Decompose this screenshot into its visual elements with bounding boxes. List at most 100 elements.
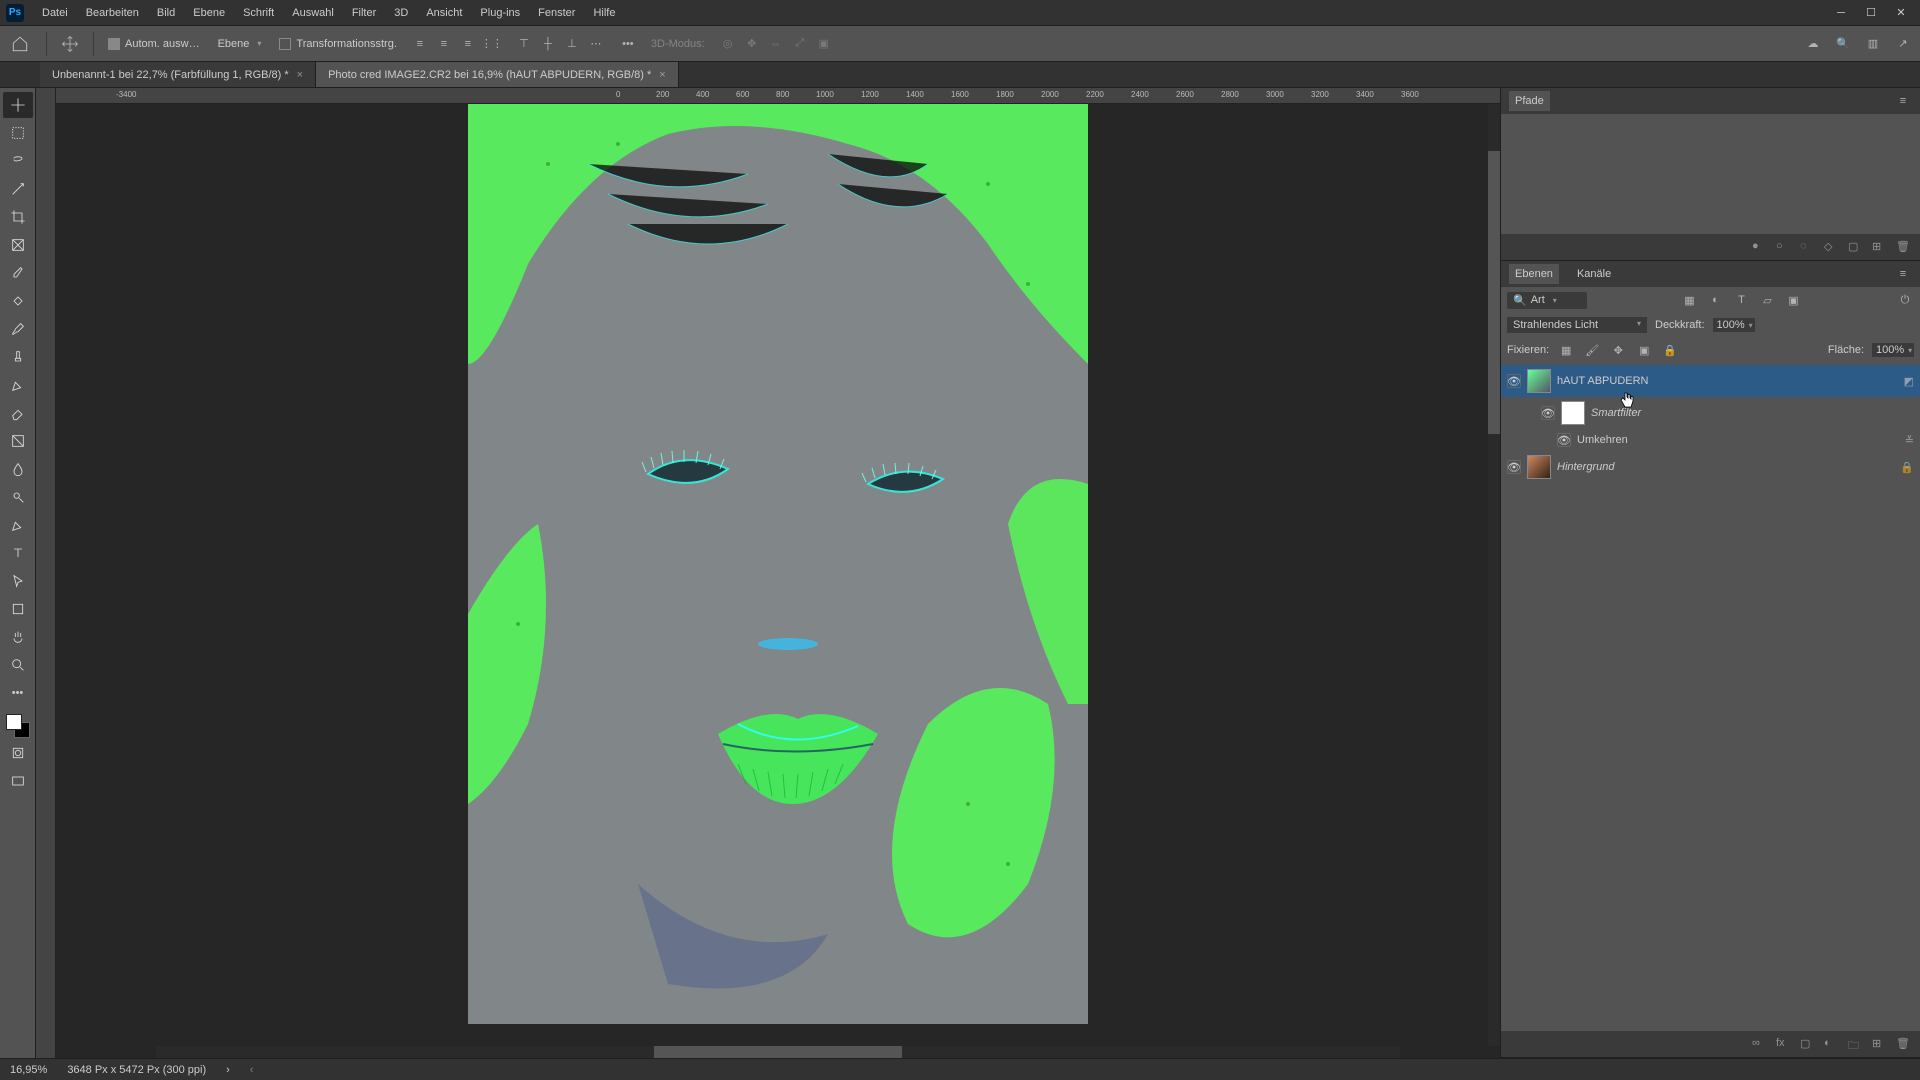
- hand-tool[interactable]: [3, 624, 33, 650]
- wand-tool[interactable]: [3, 176, 33, 202]
- stamp-tool[interactable]: [3, 344, 33, 370]
- history-brush-tool[interactable]: [3, 372, 33, 398]
- layer-row-haut-abpudern[interactable]: 👁 hAUT ABPUDERN ◩: [1501, 365, 1920, 397]
- visibility-toggle[interactable]: 👁: [1557, 433, 1571, 447]
- 3d-pan-icon[interactable]: ✥: [743, 35, 761, 53]
- 3d-camera-icon[interactable]: ▣: [815, 35, 833, 53]
- lasso-tool[interactable]: [3, 148, 33, 174]
- horizontal-scrollbar[interactable]: [156, 1046, 1400, 1058]
- align-left-icon[interactable]: ≡: [411, 35, 429, 53]
- visibility-toggle[interactable]: 👁: [1507, 374, 1521, 388]
- zoom-level[interactable]: 16,95%: [10, 1064, 47, 1076]
- dodge-tool[interactable]: [3, 484, 33, 510]
- lock-transparency-icon[interactable]: ▦: [1557, 341, 1575, 359]
- menu-help[interactable]: Hilfe: [585, 3, 623, 23]
- make-workpath-icon[interactable]: ◇: [1824, 240, 1838, 254]
- filter-smart-icon[interactable]: ▣: [1785, 291, 1803, 309]
- add-mask-icon[interactable]: ▢: [1800, 1037, 1814, 1051]
- path-select-tool[interactable]: [3, 568, 33, 594]
- paths-list[interactable]: [1501, 114, 1920, 234]
- align-center-icon[interactable]: ≡: [435, 35, 453, 53]
- frame-tool[interactable]: [3, 232, 33, 258]
- link-layers-icon[interactable]: ∞: [1752, 1037, 1766, 1051]
- visibility-toggle[interactable]: 👁: [1507, 460, 1521, 474]
- healing-tool[interactable]: [3, 288, 33, 314]
- home-button[interactable]: [8, 32, 32, 56]
- vertical-scrollbar[interactable]: [1488, 104, 1500, 1046]
- close-icon[interactable]: ×: [297, 69, 303, 81]
- color-swatches[interactable]: [6, 714, 30, 738]
- filter-invert-row[interactable]: 👁 Umkehren ≚: [1501, 429, 1920, 451]
- smartfilter-row[interactable]: 👁 Smartfilter: [1501, 397, 1920, 429]
- type-tool[interactable]: [3, 540, 33, 566]
- nav-left-icon[interactable]: ‹: [250, 1064, 254, 1076]
- menu-select[interactable]: Auswahl: [284, 3, 342, 23]
- new-path-icon[interactable]: ⊞: [1872, 240, 1886, 254]
- panel-menu-icon[interactable]: ≡: [1894, 92, 1912, 110]
- paths-tab[interactable]: Pfade: [1509, 91, 1550, 111]
- eraser-tool[interactable]: [3, 400, 33, 426]
- align-top-icon[interactable]: ⊤: [515, 35, 533, 53]
- layer-filter-type-dropdown[interactable]: 🔍 Art: [1507, 292, 1587, 309]
- filter-pixel-icon[interactable]: ▦: [1681, 291, 1699, 309]
- document-tab-1[interactable]: Unbenannt-1 bei 22,7% (Farbfüllung 1, RG…: [40, 62, 316, 87]
- menu-file[interactable]: Datei: [34, 3, 76, 23]
- shape-tool[interactable]: [3, 596, 33, 622]
- transform-controls-checkbox[interactable]: Transformationsstrg.: [279, 38, 396, 50]
- lock-pixels-icon[interactable]: 🖌: [1583, 341, 1601, 359]
- filter-mask-thumbnail[interactable]: [1561, 401, 1585, 425]
- layer-name[interactable]: Hintergrund: [1557, 461, 1894, 473]
- layer-fx-icon[interactable]: fx: [1776, 1037, 1790, 1051]
- delete-layer-icon[interactable]: 🗑: [1896, 1037, 1910, 1051]
- filter-settings-icon[interactable]: ≚: [1905, 434, 1914, 447]
- maximize-button[interactable]: ☐: [1858, 3, 1884, 23]
- menu-view[interactable]: Ansicht: [418, 3, 470, 23]
- document-info[interactable]: 3648 Px x 5472 Px (300 ppi): [67, 1064, 206, 1076]
- blur-tool[interactable]: [3, 456, 33, 482]
- 3d-slide-icon[interactable]: ⇔: [767, 35, 785, 53]
- panel-menu-icon[interactable]: ≡: [1894, 265, 1912, 283]
- distribute-v-icon[interactable]: ⋯: [587, 35, 605, 53]
- menu-plugins[interactable]: Plug-ins: [472, 3, 528, 23]
- blend-mode-dropdown[interactable]: Strahlendes Licht: [1507, 317, 1647, 333]
- lock-all-icon[interactable]: 🔒: [1661, 341, 1679, 359]
- layer-thumbnail[interactable]: [1527, 369, 1551, 393]
- cloud-docs-icon[interactable]: ☁: [1804, 35, 1822, 53]
- info-chevron[interactable]: ›: [226, 1064, 230, 1076]
- fill-path-icon[interactable]: ●: [1752, 240, 1766, 254]
- menu-edit[interactable]: Bearbeiten: [78, 3, 147, 23]
- delete-path-icon[interactable]: 🗑: [1896, 240, 1910, 254]
- more-options-icon[interactable]: •••: [619, 35, 637, 53]
- filter-name[interactable]: Umkehren: [1577, 434, 1899, 446]
- menu-image[interactable]: Bild: [149, 3, 183, 23]
- menu-type[interactable]: Schrift: [235, 3, 282, 23]
- close-icon[interactable]: ×: [659, 69, 665, 81]
- path-to-selection-icon[interactable]: ◌: [1800, 240, 1814, 254]
- layer-row-background[interactable]: 👁 Hintergrund 🔒: [1501, 451, 1920, 483]
- 3d-scale-icon[interactable]: ⤢: [791, 35, 809, 53]
- share-icon[interactable]: ↗: [1894, 35, 1912, 53]
- lock-artboard-icon[interactable]: ▣: [1635, 341, 1653, 359]
- stroke-path-icon[interactable]: ○: [1776, 240, 1790, 254]
- fill-input[interactable]: 100%: [1872, 343, 1914, 357]
- new-adjustment-icon[interactable]: ◐: [1824, 1037, 1838, 1051]
- zoom-tool[interactable]: [3, 652, 33, 678]
- layers-tab[interactable]: Ebenen: [1509, 264, 1559, 284]
- align-bottom-icon[interactable]: ⊥: [563, 35, 581, 53]
- move-tool[interactable]: [3, 92, 33, 118]
- visibility-toggle[interactable]: 👁: [1541, 406, 1555, 420]
- lock-position-icon[interactable]: ✥: [1609, 341, 1627, 359]
- eyedropper-tool[interactable]: [3, 260, 33, 286]
- search-icon[interactable]: 🔍: [1834, 35, 1852, 53]
- align-right-icon[interactable]: ≡: [459, 35, 477, 53]
- edit-toolbar[interactable]: •••: [3, 680, 33, 706]
- align-middle-icon[interactable]: ┼: [539, 35, 557, 53]
- 3d-orbit-icon[interactable]: ◎: [719, 35, 737, 53]
- crop-tool[interactable]: [3, 204, 33, 230]
- document-tab-2[interactable]: Photo cred IMAGE2.CR2 bei 16,9% (hAUT AB…: [316, 62, 679, 87]
- layer-thumbnail[interactable]: [1527, 455, 1551, 479]
- workspace-icon[interactable]: ▥: [1864, 35, 1882, 53]
- filter-adjust-icon[interactable]: ◐: [1707, 291, 1725, 309]
- filter-shape-icon[interactable]: ▱: [1759, 291, 1777, 309]
- menu-3d[interactable]: 3D: [386, 3, 416, 23]
